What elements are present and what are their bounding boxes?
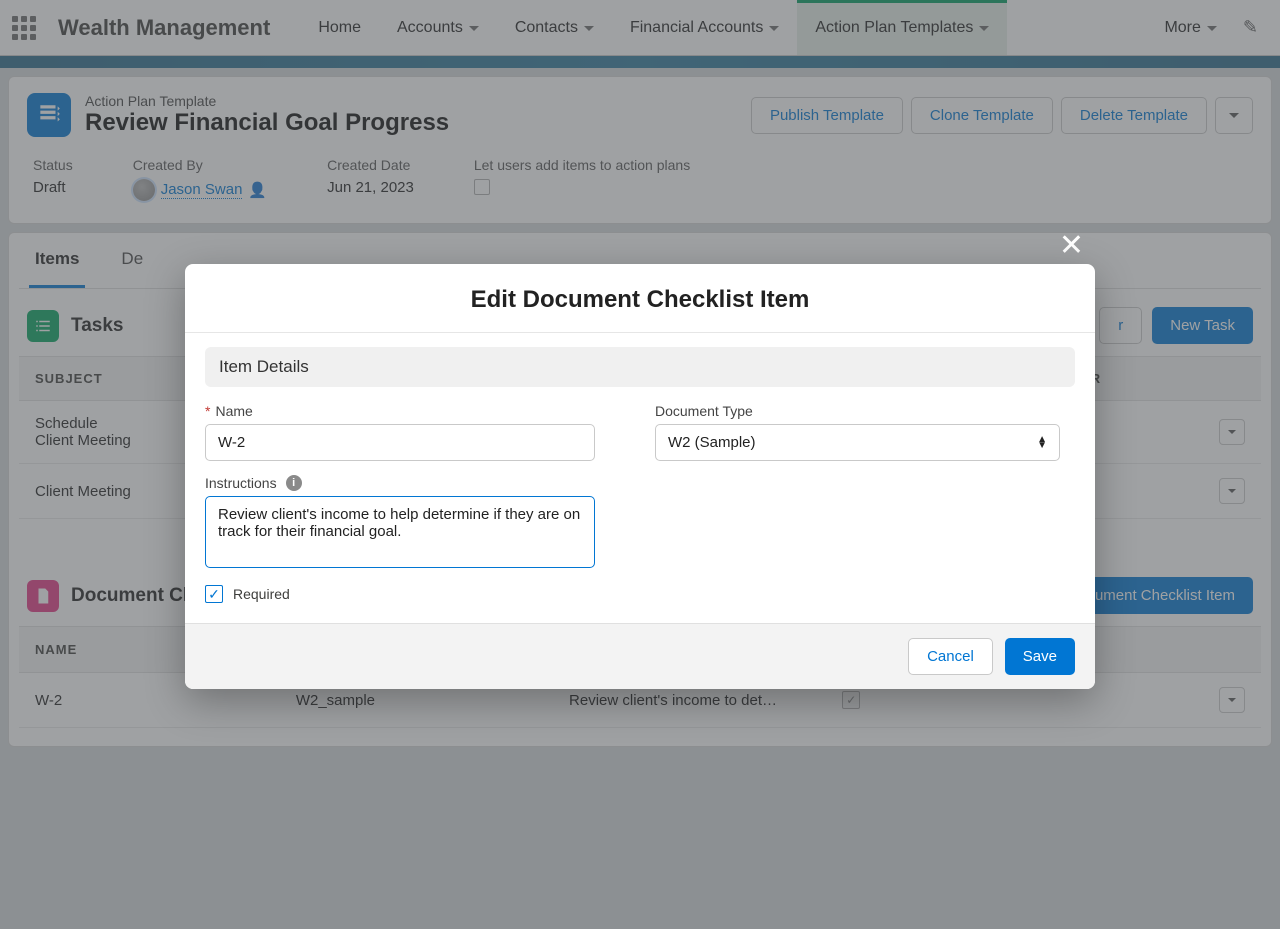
edit-document-modal: Edit Document Checklist Item Item Detail…	[185, 264, 1095, 689]
doctype-select[interactable]: W2 (Sample) ▲▼	[655, 424, 1060, 461]
name-input[interactable]	[205, 424, 595, 461]
save-button[interactable]: Save	[1005, 638, 1075, 675]
instructions-label: Instructions	[205, 475, 277, 491]
doctype-label: Document Type	[655, 403, 753, 419]
close-icon[interactable]: ✕	[1059, 228, 1084, 263]
doctype-value: W2 (Sample)	[668, 434, 756, 451]
required-checkbox[interactable]: ✓	[205, 585, 223, 603]
instructions-textarea[interactable]	[205, 496, 595, 568]
name-label: Name	[215, 403, 252, 419]
cancel-button[interactable]: Cancel	[908, 638, 993, 675]
required-asterisk: *	[205, 403, 210, 419]
required-label: Required	[233, 586, 290, 602]
modal-title: Edit Document Checklist Item	[185, 264, 1095, 333]
panel-heading: Item Details	[205, 347, 1075, 387]
info-icon[interactable]: i	[286, 475, 302, 491]
select-sort-icon: ▲▼	[1037, 437, 1047, 449]
